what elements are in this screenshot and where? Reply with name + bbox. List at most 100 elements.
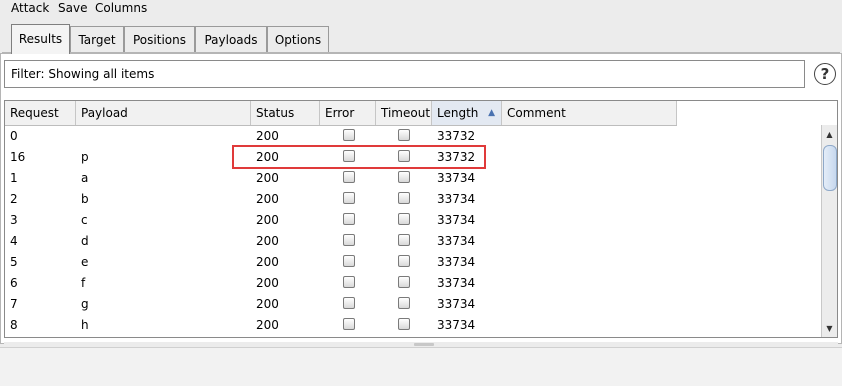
column-status[interactable]: Status bbox=[251, 101, 320, 125]
cell-request: 8 bbox=[10, 317, 18, 332]
tab-options[interactable]: Options bbox=[267, 26, 329, 52]
column-payload[interactable]: Payload bbox=[76, 101, 251, 125]
tab-target[interactable]: Target bbox=[70, 26, 124, 52]
cell-length: 33734 bbox=[437, 170, 476, 185]
cell-comment bbox=[502, 293, 677, 314]
timeout-checkbox bbox=[398, 150, 410, 162]
cell-request: 16 bbox=[10, 149, 26, 164]
error-checkbox bbox=[343, 318, 355, 330]
column-error[interactable]: Error bbox=[320, 101, 376, 125]
bottom-pane bbox=[0, 347, 842, 386]
cell-length: 33734 bbox=[437, 233, 476, 248]
cell-payload: c bbox=[81, 212, 88, 227]
cell-length: 33734 bbox=[437, 191, 476, 206]
cell-request: 0 bbox=[10, 128, 18, 143]
menu-columns[interactable]: Columns bbox=[95, 1, 147, 15]
cell-comment bbox=[502, 188, 677, 209]
scroll-thumb[interactable] bbox=[823, 145, 837, 191]
cell-request: 2 bbox=[10, 191, 18, 206]
cell-status: 200 bbox=[256, 317, 279, 332]
table-row[interactable]: 7 g 200 33734 bbox=[5, 293, 823, 314]
menu-attack[interactable]: Attack bbox=[11, 1, 49, 15]
timeout-checkbox bbox=[398, 318, 410, 330]
splitter-grip[interactable] bbox=[414, 343, 434, 346]
cell-payload: f bbox=[81, 275, 86, 290]
cell-comment bbox=[502, 251, 677, 272]
error-checkbox bbox=[343, 213, 355, 225]
timeout-checkbox bbox=[398, 129, 410, 141]
tab-results[interactable]: Results bbox=[11, 24, 70, 54]
cell-payload bbox=[76, 125, 251, 146]
table-row[interactable]: 0 200 33732 bbox=[5, 125, 823, 146]
cell-status: 200 bbox=[256, 296, 279, 311]
error-checkbox bbox=[343, 171, 355, 183]
error-checkbox bbox=[343, 297, 355, 309]
cell-status: 200 bbox=[256, 170, 279, 185]
column-length-label: Length bbox=[437, 106, 479, 120]
column-length[interactable]: Length ▲ bbox=[432, 101, 502, 125]
timeout-checkbox bbox=[398, 213, 410, 225]
menu-bar: Attack Save Columns bbox=[0, 0, 842, 18]
table-row[interactable]: 1 a 200 33734 bbox=[5, 167, 823, 188]
table-row[interactable]: 3 c 200 33734 bbox=[5, 209, 823, 230]
timeout-checkbox bbox=[398, 192, 410, 204]
error-checkbox bbox=[343, 192, 355, 204]
table-row[interactable]: 5 e 200 33734 bbox=[5, 251, 823, 272]
scroll-down-icon[interactable]: ▼ bbox=[822, 321, 837, 335]
cell-comment bbox=[502, 272, 677, 293]
cell-status: 200 bbox=[256, 275, 279, 290]
cell-comment bbox=[502, 230, 677, 251]
column-request[interactable]: Request bbox=[5, 101, 76, 125]
cell-length: 33734 bbox=[437, 296, 476, 311]
cell-comment bbox=[502, 167, 677, 188]
table-row[interactable]: 2 b 200 33734 bbox=[5, 188, 823, 209]
results-table: Request Payload Status Error Timeout Len… bbox=[4, 100, 838, 338]
timeout-checkbox bbox=[398, 297, 410, 309]
cell-request: 5 bbox=[10, 254, 18, 269]
cell-length: 33734 bbox=[437, 254, 476, 269]
cell-request: 3 bbox=[10, 212, 18, 227]
cell-comment bbox=[502, 146, 677, 167]
tab-payloads[interactable]: Payloads bbox=[195, 26, 267, 52]
cell-request: 1 bbox=[10, 170, 18, 185]
tab-positions[interactable]: Positions bbox=[124, 26, 195, 52]
error-checkbox bbox=[343, 150, 355, 162]
cell-payload: d bbox=[81, 233, 89, 248]
error-checkbox bbox=[343, 234, 355, 246]
cell-comment bbox=[502, 314, 677, 335]
cell-request: 4 bbox=[10, 233, 18, 248]
error-checkbox bbox=[343, 276, 355, 288]
cell-request: 7 bbox=[10, 296, 18, 311]
menu-save[interactable]: Save bbox=[58, 1, 87, 15]
cell-length: 33732 bbox=[437, 128, 476, 143]
vertical-scrollbar[interactable]: ▲ ▼ bbox=[821, 125, 837, 337]
cell-payload: b bbox=[81, 191, 89, 206]
timeout-checkbox bbox=[398, 255, 410, 267]
table-row[interactable]: 8 h 200 33734 bbox=[5, 314, 823, 335]
timeout-checkbox bbox=[398, 276, 410, 288]
cell-status: 200 bbox=[256, 212, 279, 227]
table-row[interactable]: 4 d 200 33734 bbox=[5, 230, 823, 251]
table-row[interactable]: 6 f 200 33734 bbox=[5, 272, 823, 293]
filter-bar[interactable]: Filter: Showing all items bbox=[4, 60, 805, 88]
timeout-checkbox bbox=[398, 171, 410, 183]
cell-payload: a bbox=[81, 170, 89, 185]
cell-comment bbox=[502, 209, 677, 230]
column-timeout[interactable]: Timeout bbox=[376, 101, 432, 125]
help-icon[interactable]: ? bbox=[814, 63, 836, 85]
table-header: Request Payload Status Error Timeout Len… bbox=[5, 101, 677, 126]
cell-payload: h bbox=[81, 317, 89, 332]
cell-length: 33734 bbox=[437, 212, 476, 227]
cell-status: 200 bbox=[256, 191, 279, 206]
cell-payload: g bbox=[81, 296, 89, 311]
error-checkbox bbox=[343, 255, 355, 267]
table-row[interactable]: 16 p 200 33732 bbox=[5, 146, 823, 167]
column-comment[interactable]: Comment bbox=[502, 101, 677, 125]
cell-status: 200 bbox=[256, 233, 279, 248]
cell-request: 6 bbox=[10, 275, 18, 290]
error-checkbox bbox=[343, 129, 355, 141]
scroll-up-icon[interactable]: ▲ bbox=[822, 127, 837, 141]
timeout-checkbox bbox=[398, 234, 410, 246]
cell-payload: p bbox=[81, 149, 89, 164]
sort-ascending-icon: ▲ bbox=[488, 108, 495, 118]
